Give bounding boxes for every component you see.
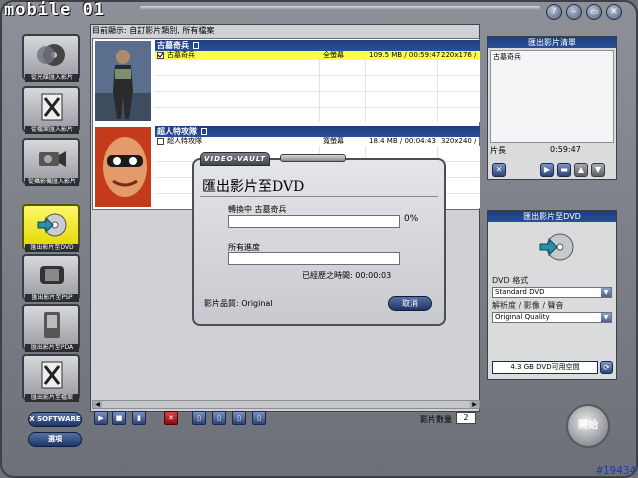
camera-import-icon <box>39 151 66 167</box>
sidebar-item-export-psp[interactable]: 匯出影片至PSP <box>22 254 80 302</box>
stop-preview-button[interactable]: ▬ <box>557 163 571 177</box>
start-button[interactable]: 開始 <box>566 404 610 448</box>
sidebar-item-import-disc[interactable]: 從光碟匯入影片 <box>22 34 80 82</box>
quality-select[interactable]: Original Quality ▼ <box>492 312 612 323</box>
dialog-brand: VIDEO-VAULT <box>200 152 270 166</box>
move-up-button[interactable]: ▲ <box>574 163 588 177</box>
quality-label: 解析度 / 影像 / 聲音 <box>492 301 564 310</box>
overall-progress-bar <box>228 252 400 265</box>
close-button[interactable]: ✕ <box>606 4 622 20</box>
film-icon <box>201 128 207 135</box>
movie-title[interactable]: 超人特攻隊 <box>155 126 480 137</box>
sidebar-item-import-camera[interactable]: 從攝影機匯入影片 <box>22 138 80 186</box>
filter-status: 目前顯示: 自訂影片類別, 所有檔案 <box>92 26 215 35</box>
row-grid <box>155 60 480 122</box>
dvd-format-select[interactable]: Standard DVD ▼ <box>492 287 612 298</box>
x-software-button[interactable]: X SOFTWARE <box>28 412 82 427</box>
export-list[interactable]: 古墓奇兵 <box>490 50 614 143</box>
dvd-space-indicator: 4.3 GB DVD可用空間 <box>492 361 598 374</box>
sidebar-item-export-pda[interactable]: 匯出影片至PDA <box>22 304 80 352</box>
remove-item-button[interactable]: ✕ <box>492 163 506 177</box>
export-list-panel: 匯出影片清單 古墓奇兵 片長 0:59:47 ✕ ▶ ▬ ▲ ▼ <box>487 36 617 180</box>
window-controls: ? – ▭ ✕ <box>546 4 622 20</box>
restore-button[interactable]: ▭ <box>586 4 602 20</box>
chevron-down-icon[interactable]: ▼ <box>601 313 611 322</box>
view-button-4[interactable]: ▯ <box>252 411 266 425</box>
movie-checkbox[interactable] <box>157 52 164 59</box>
movie-count-value: 2 <box>456 412 476 424</box>
movie-title[interactable]: 古墓奇兵 <box>155 40 480 51</box>
cancel-button[interactable]: 取消 <box>388 296 432 311</box>
sidebar-item-export-file[interactable]: 匯出影片至檔案 <box>22 354 80 402</box>
stop-button[interactable]: ■ <box>112 411 126 425</box>
title-rule <box>140 6 540 10</box>
disc-import-icon <box>37 44 65 66</box>
watermark: #19434 <box>596 464 636 477</box>
view-button-2[interactable]: ▯ <box>212 411 226 425</box>
table-row[interactable]: 古墓奇兵 全螢幕 109.5 MB / 00:59:47 220x176 / <box>155 51 480 60</box>
dialog-drag-handle[interactable] <box>280 154 346 162</box>
delete-button[interactable]: ✕ <box>164 411 178 425</box>
title-bar: mobile 01 ? – ▭ ✕ <box>0 0 638 24</box>
chevron-down-icon[interactable]: ▼ <box>601 288 611 297</box>
scroll-right-icon[interactable]: ▶ <box>470 401 479 408</box>
dvd-disc-icon <box>539 233 574 261</box>
table-row[interactable]: 超人特攻隊 寬螢幕 18.4 MB / 00:04:43 320x240 / <box>155 137 480 146</box>
help-button[interactable]: ? <box>546 4 562 20</box>
movie-thumbnail <box>95 41 151 121</box>
view-button-3[interactable]: ▯ <box>232 411 246 425</box>
sidebar-item-export-dvd[interactable]: 匯出影片至DVD <box>22 204 80 252</box>
psp-export-icon <box>40 266 64 284</box>
video-quality: 影片品質: Original <box>204 299 273 308</box>
sidebar-item-import-file[interactable]: 從檔案匯入影片 <box>22 86 80 134</box>
export-list-header: 匯出影片清單 <box>488 37 616 48</box>
dvd-export-icon <box>37 213 67 237</box>
minimize-button[interactable]: – <box>566 4 582 20</box>
elapsed-time: 已經歷之時間: 00:00:03 <box>302 271 392 280</box>
list-item[interactable]: 古墓奇兵 古墓奇兵 全螢幕 109.5 MB / 00:59:47 220x17… <box>93 39 480 123</box>
dvd-export-panel: 匯出影片至DVD DVD 格式 Standard DVD ▼ 解析度 / 影像 … <box>487 210 617 380</box>
movie-checkbox[interactable] <box>157 138 164 145</box>
file-import-icon <box>41 93 63 121</box>
scroll-left-icon[interactable]: ◀ <box>93 401 102 408</box>
film-icon <box>193 42 199 49</box>
list-item[interactable]: 古墓奇兵 <box>493 52 611 62</box>
dialog-divider <box>200 196 438 197</box>
info-button[interactable]: ▮ <box>132 411 146 425</box>
movie-thumbnail <box>95 127 151 207</box>
bottom-toolbar: ▶ ■ ▮ ✕ ▯ ▯ ▯ ▯ 影片數量 2 <box>92 411 480 431</box>
pda-export-icon <box>44 312 60 338</box>
move-down-button[interactable]: ▼ <box>591 163 605 177</box>
options-button[interactable]: 選項 <box>28 432 82 447</box>
converting-label: 轉換中 古墓奇兵 <box>228 205 287 214</box>
dvd-panel-header: 匯出影片至DVD <box>488 211 616 222</box>
converting-progress-bar <box>228 215 400 228</box>
movie-count-label: 影片數量 <box>420 415 452 424</box>
preview-button[interactable]: ▶ <box>540 163 554 177</box>
file-export-icon <box>41 361 63 389</box>
dvd-format-label: DVD 格式 <box>492 276 529 285</box>
refresh-button[interactable]: ⟳ <box>600 361 613 374</box>
length-row: 片長 0:59:47 <box>490 145 581 155</box>
converting-percent: 0% <box>404 214 419 224</box>
site-logo: mobile 01 <box>4 0 106 20</box>
play-button[interactable]: ▶ <box>94 411 108 425</box>
horizontal-scrollbar[interactable]: ◀ ▶ <box>92 400 480 409</box>
view-button-1[interactable]: ▯ <box>192 411 206 425</box>
dialog-title: 匯出影片至DVD <box>202 179 305 195</box>
export-progress-dialog: VIDEO-VAULT 匯出影片至DVD 轉換中 古墓奇兵 0% 所有進度 已經… <box>192 152 446 326</box>
check-icon <box>158 53 163 58</box>
